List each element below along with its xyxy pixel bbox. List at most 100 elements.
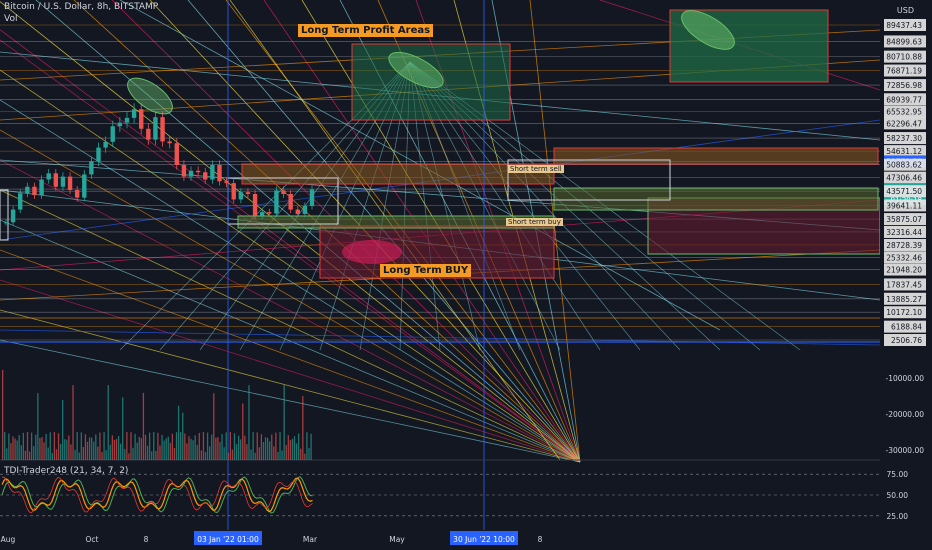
volume-bar — [229, 432, 231, 460]
volume-bar — [287, 435, 289, 460]
volume-bar — [206, 432, 209, 460]
volume-bar — [225, 432, 227, 460]
annotation-short-term-buy[interactable]: Short term buy — [506, 218, 563, 226]
volume-bar — [242, 403, 244, 460]
volume-bar — [80, 432, 82, 460]
price-axis-label: 28728.39 — [886, 241, 922, 250]
volume-bar — [12, 436, 14, 460]
volume-bar — [264, 437, 267, 460]
volume-bar — [64, 439, 66, 460]
candle-body — [89, 161, 94, 175]
volume-bar — [219, 442, 221, 460]
indicator-axis-label: 25.00 — [887, 512, 909, 521]
annotation-short-term-sell[interactable]: Short term sell — [508, 165, 564, 173]
price-axis-label: 50883.62 — [886, 161, 922, 170]
volume-bar — [306, 432, 308, 460]
price-axis-label: 21948.20 — [886, 266, 922, 275]
volume-bar — [248, 385, 250, 460]
candle-body — [302, 205, 308, 214]
volume-bar — [213, 393, 215, 460]
volume-bar — [177, 405, 180, 460]
volume-axis-label: -30000.00 — [886, 446, 925, 455]
time-axis-label: 03 Jan '22 01:00 — [197, 535, 259, 544]
candle-body — [281, 190, 286, 194]
volume-bar — [285, 444, 287, 460]
candle-body — [259, 212, 265, 216]
indicator-label: TDI-Trader248 (21, 34, 7, 2) — [4, 466, 129, 476]
volume-bar — [26, 432, 29, 460]
volume-bar — [28, 451, 31, 460]
price-axis-label: 39641.11 — [886, 201, 922, 210]
candle-body — [46, 173, 51, 180]
price-axis-label: 10172.10 — [886, 308, 922, 317]
volume-bar — [271, 434, 273, 460]
volume-bar — [302, 396, 304, 460]
volume-bar — [20, 445, 22, 460]
candle-body — [153, 117, 158, 140]
volume-bar — [62, 399, 64, 460]
volume-bar — [128, 453, 130, 460]
volume-bar — [279, 432, 281, 460]
volume-bar — [190, 438, 192, 460]
short-sell-box — [553, 147, 879, 165]
candle-body — [160, 117, 165, 142]
volume-bar — [122, 397, 124, 460]
volume-bar — [72, 385, 74, 460]
volume-bar — [231, 449, 234, 460]
chart-title: Bitcoin / U.S. Dollar, 8h, BITSTAMP — [4, 2, 159, 12]
volume-bar — [22, 432, 24, 460]
volume-bar — [289, 440, 292, 460]
candle-body — [231, 183, 236, 200]
price-axis-label: 84899.63 — [886, 37, 922, 46]
volume-bar — [88, 437, 91, 460]
volume-bar — [113, 439, 116, 460]
candle-body — [245, 192, 251, 194]
volume-bar — [55, 449, 58, 460]
candle-body — [124, 117, 130, 123]
candle-body — [103, 141, 108, 148]
candle-body — [274, 190, 279, 214]
volume-bar — [14, 438, 16, 460]
volume-bar — [169, 442, 171, 460]
candle-body — [82, 174, 87, 198]
volume-bar — [103, 432, 105, 460]
volume-bar — [273, 446, 275, 460]
price-axis-label: 62296.47 — [886, 119, 922, 128]
volume-bar — [252, 432, 254, 460]
volume-bar — [119, 443, 122, 460]
volume-bar — [8, 433, 10, 460]
candle-body — [295, 209, 300, 214]
volume-bar — [91, 437, 93, 460]
price-axis-label: 65532.95 — [886, 108, 922, 117]
time-axis-label: 8 — [144, 535, 149, 544]
volume-bar — [43, 442, 45, 460]
volume-bar — [163, 440, 165, 460]
volume-bar — [140, 438, 142, 460]
candle-body — [238, 192, 244, 200]
annotation-long-term-buy[interactable]: Long Term BUY — [380, 264, 472, 277]
volume-bar — [57, 433, 60, 460]
volume-bar — [24, 450, 27, 460]
volume-bar — [240, 439, 242, 460]
volume-bar — [295, 443, 298, 460]
volume-bar — [223, 447, 225, 460]
volume-bar — [202, 432, 205, 460]
candle-body — [131, 109, 137, 118]
volume-bar — [78, 452, 80, 460]
volume-bar — [86, 441, 89, 460]
candle-body — [224, 181, 229, 184]
volume-bar — [115, 439, 118, 460]
volume-bar — [59, 443, 62, 460]
volume-bar — [117, 436, 120, 460]
candle-body — [110, 126, 115, 142]
volume-bar — [184, 433, 186, 460]
volume-bar — [155, 451, 157, 460]
volume-bar — [68, 435, 70, 460]
volume-bar — [93, 441, 95, 460]
volume-bar — [74, 449, 76, 460]
candle-body — [3, 222, 9, 224]
volume-bar — [101, 452, 103, 460]
price-axis-label: 13885.27 — [886, 295, 922, 304]
volume-bar — [41, 436, 43, 460]
annotation-profit-areas[interactable]: Long Term Profit Areas — [298, 24, 434, 37]
